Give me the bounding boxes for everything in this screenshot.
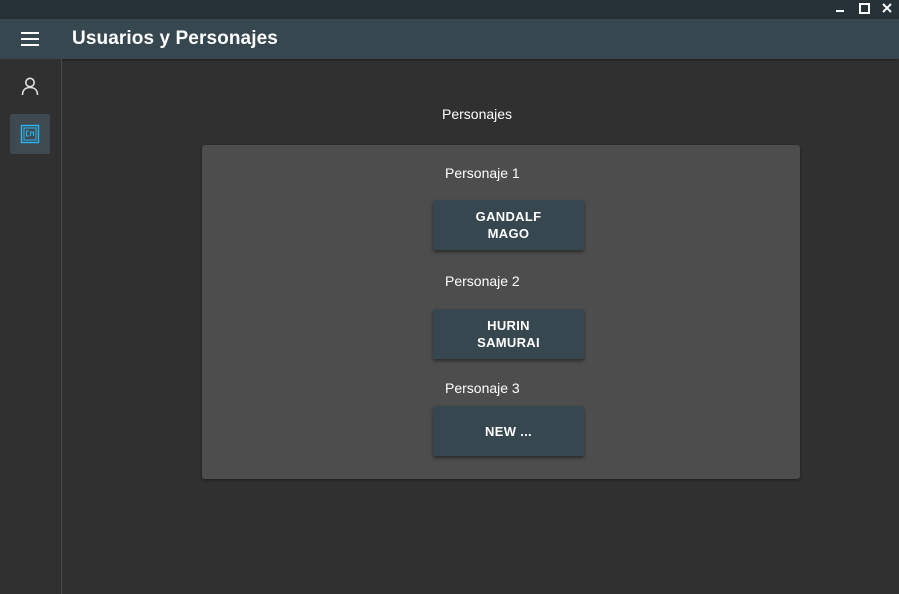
character-2-button[interactable]: HURIN SAMURAI xyxy=(433,309,584,359)
window-title-bar xyxy=(0,0,899,19)
character-1-name: GANDALF xyxy=(475,209,542,224)
close-icon[interactable] xyxy=(876,0,898,16)
maximize-icon[interactable] xyxy=(853,0,875,16)
character-2-name: HURIN xyxy=(487,318,530,333)
sidebar-item-users[interactable] xyxy=(10,66,50,106)
character-1-button[interactable]: GANDALF MAGO xyxy=(433,200,584,250)
character-2-class: SAMURAI xyxy=(477,335,540,350)
new-character-button[interactable]: NEW ... xyxy=(433,406,584,456)
user-icon xyxy=(21,77,39,96)
app-bar: Usuarios y Personajes xyxy=(0,19,899,59)
new-character-label: NEW ... xyxy=(485,423,532,439)
sidebar-nav xyxy=(0,59,62,594)
character-1-label: Personaje 1 xyxy=(445,165,520,181)
characters-card: Personaje 1 GANDALF MAGO Personaje 2 HUR… xyxy=(202,145,800,479)
character-1-class: MAGO xyxy=(487,226,530,241)
minimize-icon[interactable] xyxy=(829,0,851,16)
characters-icon xyxy=(20,124,40,144)
character-3-label: Personaje 3 xyxy=(445,380,520,396)
sidebar-item-characters[interactable] xyxy=(10,114,50,154)
page-title: Usuarios y Personajes xyxy=(72,28,278,49)
character-2-label: Personaje 2 xyxy=(445,273,520,289)
hamburger-menu-icon[interactable] xyxy=(12,23,48,55)
section-title: Personajes xyxy=(442,106,513,122)
